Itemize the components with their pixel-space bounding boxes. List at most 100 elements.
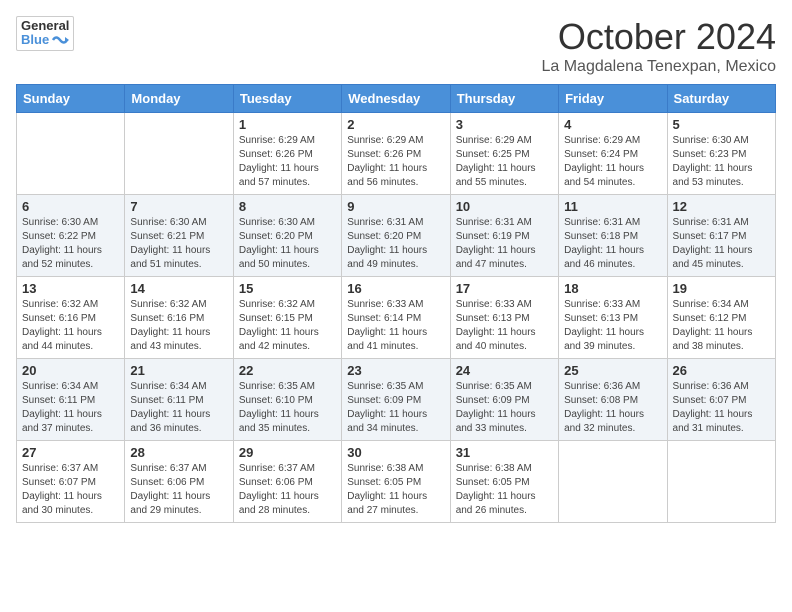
day-info: Sunrise: 6:33 AMSunset: 6:13 PMDaylight:… bbox=[456, 298, 553, 354]
day-number: 14 bbox=[130, 281, 227, 296]
day-info: Sunrise: 6:35 AMSunset: 6:09 PMDaylight:… bbox=[347, 380, 444, 436]
day-number: 19 bbox=[673, 281, 770, 296]
day-info: Sunrise: 6:38 AMSunset: 6:05 PMDaylight:… bbox=[347, 462, 444, 518]
weekday-header: Wednesday bbox=[342, 85, 450, 113]
calendar-cell: 8 Sunrise: 6:30 AMSunset: 6:20 PMDaylight… bbox=[233, 195, 341, 277]
calendar-cell bbox=[17, 113, 125, 195]
weekday-header: Thursday bbox=[450, 85, 558, 113]
day-info: Sunrise: 6:29 AMSunset: 6:26 PMDaylight:… bbox=[347, 134, 444, 190]
calendar-cell: 30 Sunrise: 6:38 AMSunset: 6:05 PMDayligh… bbox=[342, 441, 450, 523]
calendar-table: SundayMondayTuesdayWednesdayThursdayFrid… bbox=[16, 84, 776, 523]
day-info: Sunrise: 6:37 AMSunset: 6:06 PMDaylight:… bbox=[130, 462, 227, 518]
calendar-cell: 7 Sunrise: 6:30 AMSunset: 6:21 PMDaylight… bbox=[125, 195, 233, 277]
day-number: 27 bbox=[22, 445, 119, 460]
day-number: 28 bbox=[130, 445, 227, 460]
day-info: Sunrise: 6:36 AMSunset: 6:07 PMDaylight:… bbox=[673, 380, 770, 436]
calendar-cell: 27 Sunrise: 6:37 AMSunset: 6:07 PMDayligh… bbox=[17, 441, 125, 523]
calendar-cell: 9 Sunrise: 6:31 AMSunset: 6:20 PMDaylight… bbox=[342, 195, 450, 277]
day-info: Sunrise: 6:34 AMSunset: 6:11 PMDaylight:… bbox=[130, 380, 227, 436]
calendar-cell: 2 Sunrise: 6:29 AMSunset: 6:26 PMDaylight… bbox=[342, 113, 450, 195]
logo-wave-icon bbox=[51, 33, 69, 47]
logo-blue: Blue bbox=[21, 33, 69, 47]
day-info: Sunrise: 6:32 AMSunset: 6:16 PMDaylight:… bbox=[130, 298, 227, 354]
calendar-cell: 21 Sunrise: 6:34 AMSunset: 6:11 PMDayligh… bbox=[125, 359, 233, 441]
weekday-header: Monday bbox=[125, 85, 233, 113]
calendar-cell: 29 Sunrise: 6:37 AMSunset: 6:06 PMDayligh… bbox=[233, 441, 341, 523]
day-info: Sunrise: 6:38 AMSunset: 6:05 PMDaylight:… bbox=[456, 462, 553, 518]
day-info: Sunrise: 6:32 AMSunset: 6:16 PMDaylight:… bbox=[22, 298, 119, 354]
day-info: Sunrise: 6:37 AMSunset: 6:06 PMDaylight:… bbox=[239, 462, 336, 518]
day-info: Sunrise: 6:29 AMSunset: 6:25 PMDaylight:… bbox=[456, 134, 553, 190]
day-number: 10 bbox=[456, 199, 553, 214]
location-title: La Magdalena Tenexpan, Mexico bbox=[541, 58, 776, 76]
calendar-week-row: 20 Sunrise: 6:34 AMSunset: 6:11 PMDayligh… bbox=[17, 359, 776, 441]
day-number: 4 bbox=[564, 117, 661, 132]
calendar-cell: 18Sunrise: 6:33 AMSunset: 6:13 PMDayligh… bbox=[559, 277, 667, 359]
calendar-week-row: 27 Sunrise: 6:37 AMSunset: 6:07 PMDayligh… bbox=[17, 441, 776, 523]
calendar-cell: 26 Sunrise: 6:36 AMSunset: 6:07 PMDayligh… bbox=[667, 359, 775, 441]
calendar-week-row: 13 Sunrise: 6:32 AMSunset: 6:16 PMDayligh… bbox=[17, 277, 776, 359]
calendar-cell bbox=[667, 441, 775, 523]
day-number: 1 bbox=[239, 117, 336, 132]
month-title: October 2024 bbox=[541, 16, 776, 58]
calendar-cell: 20 Sunrise: 6:34 AMSunset: 6:11 PMDayligh… bbox=[17, 359, 125, 441]
calendar-cell: 13 Sunrise: 6:32 AMSunset: 6:16 PMDayligh… bbox=[17, 277, 125, 359]
calendar-cell: 28 Sunrise: 6:37 AMSunset: 6:06 PMDayligh… bbox=[125, 441, 233, 523]
day-info: Sunrise: 6:30 AMSunset: 6:21 PMDaylight:… bbox=[130, 216, 227, 272]
day-number: 23 bbox=[347, 363, 444, 378]
calendar-cell: 12Sunrise: 6:31 AMSunset: 6:17 PMDayligh… bbox=[667, 195, 775, 277]
calendar-cell: 22Sunrise: 6:35 AMSunset: 6:10 PMDayligh… bbox=[233, 359, 341, 441]
day-number: 20 bbox=[22, 363, 119, 378]
logo: General Blue bbox=[16, 16, 74, 51]
day-number: 16 bbox=[347, 281, 444, 296]
day-number: 5 bbox=[673, 117, 770, 132]
weekday-header-row: SundayMondayTuesdayWednesdayThursdayFrid… bbox=[17, 85, 776, 113]
calendar-cell: 23 Sunrise: 6:35 AMSunset: 6:09 PMDayligh… bbox=[342, 359, 450, 441]
day-number: 30 bbox=[347, 445, 444, 460]
day-info: Sunrise: 6:30 AMSunset: 6:20 PMDaylight:… bbox=[239, 216, 336, 272]
day-info: Sunrise: 6:32 AMSunset: 6:15 PMDaylight:… bbox=[239, 298, 336, 354]
weekday-header: Sunday bbox=[17, 85, 125, 113]
day-number: 17 bbox=[456, 281, 553, 296]
logo-general: General bbox=[21, 19, 69, 33]
day-info: Sunrise: 6:33 AMSunset: 6:13 PMDaylight:… bbox=[564, 298, 661, 354]
day-number: 9 bbox=[347, 199, 444, 214]
title-area: October 2024 La Magdalena Tenexpan, Mexi… bbox=[541, 16, 776, 76]
day-info: Sunrise: 6:36 AMSunset: 6:08 PMDaylight:… bbox=[564, 380, 661, 436]
day-info: Sunrise: 6:34 AMSunset: 6:11 PMDaylight:… bbox=[22, 380, 119, 436]
weekday-header: Friday bbox=[559, 85, 667, 113]
calendar-cell: 1Sunrise: 6:29 AMSunset: 6:26 PMDaylight… bbox=[233, 113, 341, 195]
day-info: Sunrise: 6:31 AMSunset: 6:20 PMDaylight:… bbox=[347, 216, 444, 272]
day-number: 15 bbox=[239, 281, 336, 296]
calendar-cell: 11Sunrise: 6:31 AMSunset: 6:18 PMDayligh… bbox=[559, 195, 667, 277]
calendar-cell: 6Sunrise: 6:30 AMSunset: 6:22 PMDaylight… bbox=[17, 195, 125, 277]
calendar-cell: 3 Sunrise: 6:29 AMSunset: 6:25 PMDaylight… bbox=[450, 113, 558, 195]
calendar-cell: 16Sunrise: 6:33 AMSunset: 6:14 PMDayligh… bbox=[342, 277, 450, 359]
day-number: 8 bbox=[239, 199, 336, 214]
day-number: 6 bbox=[22, 199, 119, 214]
day-info: Sunrise: 6:31 AMSunset: 6:17 PMDaylight:… bbox=[673, 216, 770, 272]
calendar-week-row: 6Sunrise: 6:30 AMSunset: 6:22 PMDaylight… bbox=[17, 195, 776, 277]
day-number: 25 bbox=[564, 363, 661, 378]
calendar-week-row: 1 Sunrise: 6:29 AMSunset: 6:26 PMDaylight… bbox=[17, 113, 776, 195]
calendar-cell: 4 Sunrise: 6:29 AMSunset: 6:24 PMDaylight… bbox=[559, 113, 667, 195]
day-info: Sunrise: 6:34 AMSunset: 6:12 PMDaylight:… bbox=[673, 298, 770, 354]
logo-box: General Blue bbox=[16, 16, 74, 51]
day-number: 3 bbox=[456, 117, 553, 132]
weekday-header: Tuesday bbox=[233, 85, 341, 113]
day-info: Sunrise: 6:31 AMSunset: 6:18 PMDaylight:… bbox=[564, 216, 661, 272]
calendar-cell: 5 Sunrise: 6:30 AMSunset: 6:23 PMDaylight… bbox=[667, 113, 775, 195]
calendar-cell: 25 Sunrise: 6:36 AMSunset: 6:08 PMDayligh… bbox=[559, 359, 667, 441]
day-number: 26 bbox=[673, 363, 770, 378]
day-number: 21 bbox=[130, 363, 227, 378]
day-number: 7 bbox=[130, 199, 227, 214]
day-info: Sunrise: 6:37 AMSunset: 6:07 PMDaylight:… bbox=[22, 462, 119, 518]
day-number: 29 bbox=[239, 445, 336, 460]
calendar-cell: 14 Sunrise: 6:32 AMSunset: 6:16 PMDayligh… bbox=[125, 277, 233, 359]
day-info: Sunrise: 6:30 AMSunset: 6:23 PMDaylight:… bbox=[673, 134, 770, 190]
day-number: 2 bbox=[347, 117, 444, 132]
day-info: Sunrise: 6:29 AMSunset: 6:24 PMDaylight:… bbox=[564, 134, 661, 190]
day-number: 13 bbox=[22, 281, 119, 296]
calendar-cell: 17 Sunrise: 6:33 AMSunset: 6:13 PMDayligh… bbox=[450, 277, 558, 359]
day-info: Sunrise: 6:31 AMSunset: 6:19 PMDaylight:… bbox=[456, 216, 553, 272]
